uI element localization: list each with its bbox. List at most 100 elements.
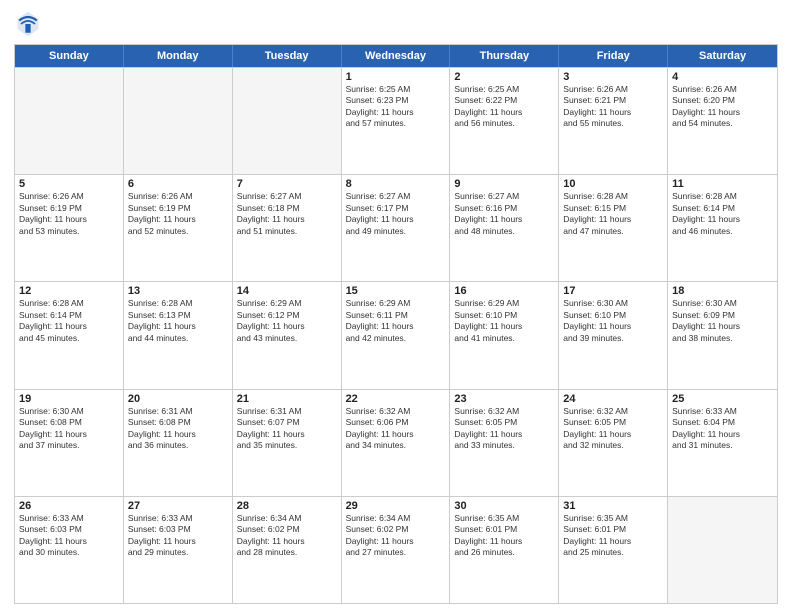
- day-number: 27: [128, 500, 228, 512]
- header: [14, 10, 778, 38]
- day-info: Sunrise: 6:28 AM Sunset: 6:14 PM Dayligh…: [19, 298, 119, 344]
- day-info: Sunrise: 6:28 AM Sunset: 6:14 PM Dayligh…: [672, 191, 773, 237]
- day-number: 13: [128, 285, 228, 297]
- day-info: Sunrise: 6:33 AM Sunset: 6:04 PM Dayligh…: [672, 406, 773, 452]
- day-info: Sunrise: 6:35 AM Sunset: 6:01 PM Dayligh…: [563, 513, 663, 559]
- day-cell-29: 29Sunrise: 6:34 AM Sunset: 6:02 PM Dayli…: [342, 497, 451, 603]
- day-info: Sunrise: 6:29 AM Sunset: 6:10 PM Dayligh…: [454, 298, 554, 344]
- day-info: Sunrise: 6:30 AM Sunset: 6:10 PM Dayligh…: [563, 298, 663, 344]
- day-number: 1: [346, 71, 446, 83]
- day-info: Sunrise: 6:30 AM Sunset: 6:09 PM Dayligh…: [672, 298, 773, 344]
- day-number: 16: [454, 285, 554, 297]
- day-number: 3: [563, 71, 663, 83]
- day-info: Sunrise: 6:29 AM Sunset: 6:11 PM Dayligh…: [346, 298, 446, 344]
- day-number: 28: [237, 500, 337, 512]
- day-number: 30: [454, 500, 554, 512]
- day-cell-empty-0-2: [233, 68, 342, 174]
- day-info: Sunrise: 6:27 AM Sunset: 6:18 PM Dayligh…: [237, 191, 337, 237]
- day-info: Sunrise: 6:29 AM Sunset: 6:12 PM Dayligh…: [237, 298, 337, 344]
- day-number: 20: [128, 393, 228, 405]
- day-cell-1: 1Sunrise: 6:25 AM Sunset: 6:23 PM Daylig…: [342, 68, 451, 174]
- day-cell-empty-0-1: [124, 68, 233, 174]
- day-number: 10: [563, 178, 663, 190]
- day-info: Sunrise: 6:28 AM Sunset: 6:13 PM Dayligh…: [128, 298, 228, 344]
- day-number: 6: [128, 178, 228, 190]
- day-cell-16: 16Sunrise: 6:29 AM Sunset: 6:10 PM Dayli…: [450, 282, 559, 388]
- day-cell-28: 28Sunrise: 6:34 AM Sunset: 6:02 PM Dayli…: [233, 497, 342, 603]
- day-info: Sunrise: 6:28 AM Sunset: 6:15 PM Dayligh…: [563, 191, 663, 237]
- day-number: 21: [237, 393, 337, 405]
- day-info: Sunrise: 6:27 AM Sunset: 6:17 PM Dayligh…: [346, 191, 446, 237]
- day-cell-empty-0-0: [15, 68, 124, 174]
- logo: [14, 10, 46, 38]
- day-cell-5: 5Sunrise: 6:26 AM Sunset: 6:19 PM Daylig…: [15, 175, 124, 281]
- day-number: 18: [672, 285, 773, 297]
- day-cell-25: 25Sunrise: 6:33 AM Sunset: 6:04 PM Dayli…: [668, 390, 777, 496]
- day-info: Sunrise: 6:34 AM Sunset: 6:02 PM Dayligh…: [237, 513, 337, 559]
- weekday-header-wednesday: Wednesday: [342, 45, 451, 67]
- day-info: Sunrise: 6:30 AM Sunset: 6:08 PM Dayligh…: [19, 406, 119, 452]
- day-info: Sunrise: 6:26 AM Sunset: 6:21 PM Dayligh…: [563, 84, 663, 130]
- calendar-row-1: 1Sunrise: 6:25 AM Sunset: 6:23 PM Daylig…: [15, 67, 777, 174]
- day-info: Sunrise: 6:32 AM Sunset: 6:06 PM Dayligh…: [346, 406, 446, 452]
- day-cell-3: 3Sunrise: 6:26 AM Sunset: 6:21 PM Daylig…: [559, 68, 668, 174]
- day-cell-20: 20Sunrise: 6:31 AM Sunset: 6:08 PM Dayli…: [124, 390, 233, 496]
- day-info: Sunrise: 6:25 AM Sunset: 6:22 PM Dayligh…: [454, 84, 554, 130]
- day-info: Sunrise: 6:26 AM Sunset: 6:20 PM Dayligh…: [672, 84, 773, 130]
- day-cell-2: 2Sunrise: 6:25 AM Sunset: 6:22 PM Daylig…: [450, 68, 559, 174]
- day-number: 31: [563, 500, 663, 512]
- day-info: Sunrise: 6:26 AM Sunset: 6:19 PM Dayligh…: [19, 191, 119, 237]
- day-info: Sunrise: 6:26 AM Sunset: 6:19 PM Dayligh…: [128, 191, 228, 237]
- day-cell-12: 12Sunrise: 6:28 AM Sunset: 6:14 PM Dayli…: [15, 282, 124, 388]
- day-number: 15: [346, 285, 446, 297]
- calendar-row-2: 5Sunrise: 6:26 AM Sunset: 6:19 PM Daylig…: [15, 174, 777, 281]
- day-cell-31: 31Sunrise: 6:35 AM Sunset: 6:01 PM Dayli…: [559, 497, 668, 603]
- day-cell-7: 7Sunrise: 6:27 AM Sunset: 6:18 PM Daylig…: [233, 175, 342, 281]
- day-number: 23: [454, 393, 554, 405]
- day-info: Sunrise: 6:27 AM Sunset: 6:16 PM Dayligh…: [454, 191, 554, 237]
- day-cell-15: 15Sunrise: 6:29 AM Sunset: 6:11 PM Dayli…: [342, 282, 451, 388]
- day-cell-26: 26Sunrise: 6:33 AM Sunset: 6:03 PM Dayli…: [15, 497, 124, 603]
- day-info: Sunrise: 6:35 AM Sunset: 6:01 PM Dayligh…: [454, 513, 554, 559]
- weekday-header-monday: Monday: [124, 45, 233, 67]
- day-cell-19: 19Sunrise: 6:30 AM Sunset: 6:08 PM Dayli…: [15, 390, 124, 496]
- day-number: 24: [563, 393, 663, 405]
- weekday-header-sunday: Sunday: [15, 45, 124, 67]
- day-info: Sunrise: 6:31 AM Sunset: 6:08 PM Dayligh…: [128, 406, 228, 452]
- day-number: 11: [672, 178, 773, 190]
- day-number: 12: [19, 285, 119, 297]
- day-number: 22: [346, 393, 446, 405]
- day-cell-13: 13Sunrise: 6:28 AM Sunset: 6:13 PM Dayli…: [124, 282, 233, 388]
- day-number: 8: [346, 178, 446, 190]
- day-cell-22: 22Sunrise: 6:32 AM Sunset: 6:06 PM Dayli…: [342, 390, 451, 496]
- day-number: 4: [672, 71, 773, 83]
- calendar: SundayMondayTuesdayWednesdayThursdayFrid…: [14, 44, 778, 604]
- day-cell-18: 18Sunrise: 6:30 AM Sunset: 6:09 PM Dayli…: [668, 282, 777, 388]
- logo-icon: [14, 10, 42, 38]
- day-cell-17: 17Sunrise: 6:30 AM Sunset: 6:10 PM Dayli…: [559, 282, 668, 388]
- calendar-row-3: 12Sunrise: 6:28 AM Sunset: 6:14 PM Dayli…: [15, 281, 777, 388]
- day-cell-4: 4Sunrise: 6:26 AM Sunset: 6:20 PM Daylig…: [668, 68, 777, 174]
- day-number: 9: [454, 178, 554, 190]
- day-number: 2: [454, 71, 554, 83]
- day-cell-empty-4-6: [668, 497, 777, 603]
- day-number: 17: [563, 285, 663, 297]
- weekday-header-friday: Friday: [559, 45, 668, 67]
- day-info: Sunrise: 6:32 AM Sunset: 6:05 PM Dayligh…: [563, 406, 663, 452]
- weekday-header-saturday: Saturday: [668, 45, 777, 67]
- day-cell-11: 11Sunrise: 6:28 AM Sunset: 6:14 PM Dayli…: [668, 175, 777, 281]
- calendar-body: 1Sunrise: 6:25 AM Sunset: 6:23 PM Daylig…: [15, 67, 777, 603]
- weekday-header-thursday: Thursday: [450, 45, 559, 67]
- day-cell-24: 24Sunrise: 6:32 AM Sunset: 6:05 PM Dayli…: [559, 390, 668, 496]
- calendar-row-5: 26Sunrise: 6:33 AM Sunset: 6:03 PM Dayli…: [15, 496, 777, 603]
- day-cell-8: 8Sunrise: 6:27 AM Sunset: 6:17 PM Daylig…: [342, 175, 451, 281]
- day-number: 14: [237, 285, 337, 297]
- calendar-row-4: 19Sunrise: 6:30 AM Sunset: 6:08 PM Dayli…: [15, 389, 777, 496]
- day-cell-27: 27Sunrise: 6:33 AM Sunset: 6:03 PM Dayli…: [124, 497, 233, 603]
- day-cell-14: 14Sunrise: 6:29 AM Sunset: 6:12 PM Dayli…: [233, 282, 342, 388]
- day-info: Sunrise: 6:33 AM Sunset: 6:03 PM Dayligh…: [19, 513, 119, 559]
- day-number: 19: [19, 393, 119, 405]
- day-cell-10: 10Sunrise: 6:28 AM Sunset: 6:15 PM Dayli…: [559, 175, 668, 281]
- day-cell-21: 21Sunrise: 6:31 AM Sunset: 6:07 PM Dayli…: [233, 390, 342, 496]
- page: SundayMondayTuesdayWednesdayThursdayFrid…: [0, 0, 792, 612]
